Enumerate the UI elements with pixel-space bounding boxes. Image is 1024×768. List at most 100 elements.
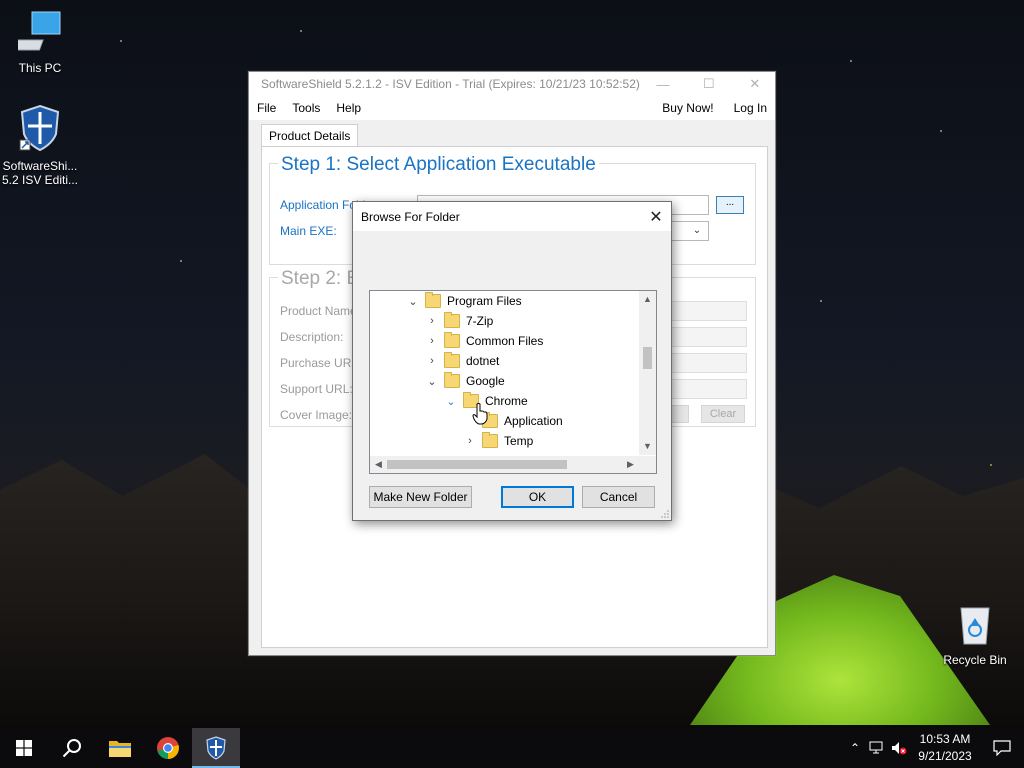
chrome-button[interactable] xyxy=(144,728,192,768)
close-icon[interactable]: ✕ xyxy=(641,202,671,231)
chevron-down-icon[interactable]: ⌄ xyxy=(688,222,706,240)
volume-muted-icon[interactable] xyxy=(888,728,910,768)
clock-date: 9/21/2023 xyxy=(918,749,972,763)
chevron-right-icon[interactable]: › xyxy=(463,431,477,451)
desktop-icon-softwareshield[interactable]: SoftwareShi... 5.2 ISV Editi... xyxy=(0,104,80,187)
search-icon xyxy=(62,739,81,758)
tree-item-label: Google xyxy=(466,374,505,388)
horizontal-scroll-thumb[interactable] xyxy=(387,460,567,469)
support-url-label: Support URL: xyxy=(280,382,353,396)
folder-icon xyxy=(482,432,498,448)
recycle-bin-icon xyxy=(935,602,1015,649)
taskbar-clock[interactable]: 10:53 AM 9/21/2023 xyxy=(910,731,980,765)
menu-file[interactable]: File xyxy=(249,101,284,115)
step1-title: Step 1: Select Application Executable xyxy=(278,154,599,176)
scroll-left-icon[interactable]: ◀ xyxy=(370,456,387,473)
app-titlebar[interactable]: SoftwareShield 5.2.1.2 - ISV Edition - T… xyxy=(249,72,775,96)
tree-item-label: Common Files xyxy=(466,334,544,348)
buy-now-link[interactable]: Buy Now! xyxy=(654,101,725,115)
softwareshield-icon xyxy=(206,736,226,760)
tree-item-label: Program Files xyxy=(447,294,522,308)
make-new-folder-button[interactable]: Make New Folder xyxy=(369,486,472,508)
tab-product-details[interactable]: Product Details xyxy=(261,124,359,147)
chevron-down-icon[interactable]: ⌄ xyxy=(444,391,458,411)
tree-item-google[interactable]: ⌄ Google xyxy=(425,371,505,391)
scroll-right-icon[interactable]: ▶ xyxy=(622,456,639,473)
purchase-url-label: Purchase URL: xyxy=(280,356,362,370)
log-in-link[interactable]: Log In xyxy=(726,101,775,115)
tree-horizontal-scrollbar[interactable]: ◀ ▶ xyxy=(370,456,639,473)
menu-help[interactable]: Help xyxy=(328,101,369,115)
tree-item-label: Chrome xyxy=(485,394,528,408)
tree-item-common-files[interactable]: › Common Files xyxy=(425,331,543,351)
shield-icon xyxy=(0,104,80,155)
resize-grip-icon[interactable] xyxy=(661,510,669,518)
tree-item-program-files[interactable]: ⌄ Program Files xyxy=(406,291,522,311)
scroll-down-icon[interactable]: ▼ xyxy=(639,438,656,455)
dialog-title: Browse For Folder xyxy=(361,209,460,224)
notifications-icon[interactable] xyxy=(980,728,1024,768)
system-tray: ⌃ 10:53 AM 9/21/2023 xyxy=(844,728,1024,768)
this-pc-label: This PC xyxy=(18,61,62,75)
description-label: Description: xyxy=(280,330,344,344)
cancel-button[interactable]: Cancel xyxy=(582,486,655,508)
file-explorer-icon xyxy=(109,741,131,757)
file-explorer-button[interactable] xyxy=(96,728,144,768)
softwareshield-taskbar-button[interactable] xyxy=(192,728,240,768)
folder-icon xyxy=(444,312,460,328)
ok-button[interactable]: OK xyxy=(501,486,574,508)
product-name-label: Product Name: xyxy=(280,304,361,318)
step2-title: Step 2: E xyxy=(278,268,363,290)
clock-time: 10:53 AM xyxy=(919,732,971,746)
desktop-icon-this-pc[interactable]: This PC xyxy=(0,10,80,75)
tree-vertical-scrollbar[interactable]: ▲ ▼ xyxy=(639,291,656,455)
support-url-input[interactable] xyxy=(665,379,747,399)
menu-bar: File Tools Help Buy Now! Log In xyxy=(249,96,775,120)
softwareshield-label-line1: SoftwareShi... xyxy=(2,159,78,173)
chrome-icon xyxy=(157,737,179,759)
browse-for-folder-dialog: Browse For Folder ✕ ⌄ Program Files › 7-… xyxy=(352,201,672,521)
browse-folder-button[interactable]: ... xyxy=(716,196,744,214)
minimize-button[interactable]: — xyxy=(640,72,686,96)
menu-tools[interactable]: Tools xyxy=(284,101,328,115)
scroll-corner xyxy=(639,456,656,473)
app-title: SoftwareShield 5.2.1.2 - ISV Edition - T… xyxy=(261,77,640,91)
softwareshield-label-line2: 5.2 ISV Editi... xyxy=(1,173,79,187)
product-name-input[interactable] xyxy=(665,301,747,321)
start-button[interactable] xyxy=(0,728,48,768)
chevron-down-icon[interactable]: ⌄ xyxy=(425,371,439,391)
clear-button[interactable]: Clear xyxy=(701,405,745,423)
close-button[interactable]: ✕ xyxy=(732,72,778,96)
purchase-url-input[interactable] xyxy=(665,353,747,373)
tree-item-dotnet[interactable]: › dotnet xyxy=(425,351,499,371)
tree-item-label: dotnet xyxy=(466,354,500,368)
tree-item-label: 7-Zip xyxy=(466,314,494,328)
scroll-up-icon[interactable]: ▲ xyxy=(639,291,656,308)
folder-icon xyxy=(444,332,460,348)
tree-item-temp[interactable]: › Temp xyxy=(463,431,533,451)
desktop-icon-recycle-bin[interactable]: Recycle Bin xyxy=(935,602,1015,667)
this-pc-icon xyxy=(0,10,80,57)
taskbar: ⌃ 10:53 AM 9/21/2023 xyxy=(0,728,1024,768)
dialog-titlebar[interactable]: Browse For Folder ✕ xyxy=(353,202,671,231)
search-button[interactable] xyxy=(48,728,96,768)
network-icon[interactable] xyxy=(866,728,888,768)
chevron-up-icon[interactable]: ⌃ xyxy=(844,728,866,768)
chevron-down-icon[interactable]: ⌄ xyxy=(406,291,420,311)
vertical-scroll-thumb[interactable] xyxy=(643,347,652,369)
start-icon xyxy=(16,740,32,756)
maximize-button[interactable]: ☐ xyxy=(686,72,732,96)
folder-tree[interactable]: ⌄ Program Files › 7-Zip › Common Files ›… xyxy=(369,290,657,474)
tree-item-label: Temp xyxy=(504,434,534,448)
main-exe-label: Main EXE: xyxy=(280,224,337,238)
chevron-right-icon[interactable]: › xyxy=(425,331,439,351)
folder-icon xyxy=(444,352,460,368)
folder-icon xyxy=(425,292,441,308)
hand-cursor-icon xyxy=(472,403,488,425)
chevron-right-icon[interactable]: › xyxy=(425,311,439,331)
description-input[interactable] xyxy=(665,327,747,347)
recycle-bin-label: Recycle Bin xyxy=(943,653,1007,667)
cover-image-label: Cover Image: xyxy=(280,408,353,422)
chevron-right-icon[interactable]: › xyxy=(425,351,439,371)
tree-item-7-zip[interactable]: › 7-Zip xyxy=(425,311,493,331)
